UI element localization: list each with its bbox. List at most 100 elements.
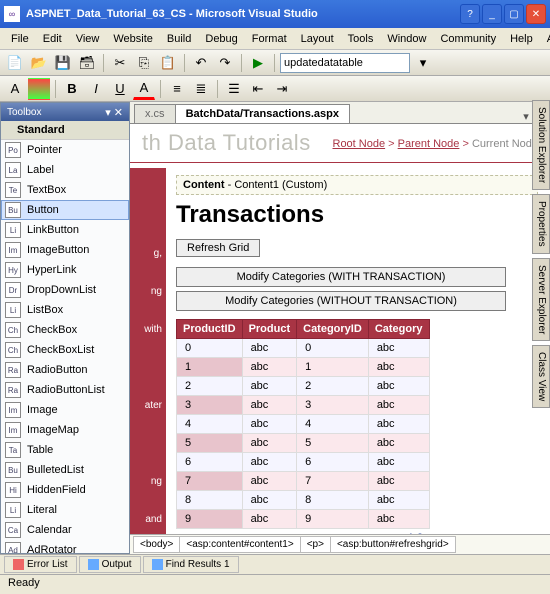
bc-parent[interactable]: Parent Node [398,138,460,150]
modify-without-transaction-button[interactable]: Modify Categories (WITHOUT TRANSACTION) [176,291,506,311]
toolbox-item-image[interactable]: ImImage [1,400,129,420]
menu-addins[interactable]: Addins [540,31,550,47]
modify-with-transaction-button[interactable]: Modify Categories (WITH TRANSACTION) [176,267,506,287]
menu-layout[interactable]: Layout [294,31,341,47]
design-surface[interactable]: Root Node > Parent Node > Current Node t… [130,124,550,534]
toolbox-item-listbox[interactable]: LiListBox [1,300,129,320]
menu-format[interactable]: Format [245,31,294,47]
side-panel-class-view[interactable]: Class View [532,345,550,408]
toolbox-item-hiddenfield[interactable]: HiHiddenField [1,480,129,500]
save-icon[interactable]: 💾 [52,52,74,74]
menu-help[interactable]: Help [503,31,540,47]
undo-icon[interactable]: ↶ [190,52,212,74]
maximize-button[interactable]: ▢ [504,4,524,24]
table-row[interactable]: 0abc0abc [177,339,430,358]
align-left-icon[interactable]: ≡ [166,78,188,100]
toolbox-item-table[interactable]: TaTable [1,440,129,460]
indent-icon[interactable]: ⇤ [247,78,269,100]
table-row[interactable]: 2abc2abc [177,377,430,396]
dropdown-icon[interactable]: ▾ [412,52,434,74]
tag-crumb[interactable]: <asp:content#content1> [179,536,300,553]
refresh-grid-button[interactable]: Refresh Grid [176,239,260,257]
separator [274,54,275,72]
toolbox-item-literal[interactable]: LiLiteral [1,500,129,520]
menu-edit[interactable]: Edit [36,31,69,47]
pin-icon[interactable]: ▾ ✕ [105,106,123,119]
pager-1[interactable]: 1 [408,532,414,534]
menu-website[interactable]: Website [106,31,160,47]
menu-debug[interactable]: Debug [198,31,244,47]
menu-file[interactable]: File [4,31,36,47]
foreground-icon[interactable] [28,78,50,100]
col-categoryid[interactable]: CategoryID [297,320,369,339]
redo-icon[interactable]: ↷ [214,52,236,74]
help-button[interactable]: ? [460,4,480,24]
toolbox-item-textbox[interactable]: TeTextBox [1,180,129,200]
paste-icon[interactable]: 📋 [157,52,179,74]
italic-icon[interactable]: I [85,78,107,100]
bc-root[interactable]: Root Node [333,138,386,150]
toolbox-item-bulletedlist[interactable]: BuBulletedList [1,460,129,480]
toolbox-item-label[interactable]: LaLabel [1,160,129,180]
underline-icon[interactable]: U [109,78,131,100]
toolbox-item-hyperlink[interactable]: HyHyperLink [1,260,129,280]
toolbox-item-radiobutton[interactable]: RaRadioButton [1,360,129,380]
toolbox-item-linkbutton[interactable]: LiLinkButton [1,220,129,240]
tab-active[interactable]: BatchData/Transactions.aspx [175,104,350,123]
toolbox-item-imagebutton[interactable]: ImImageButton [1,240,129,260]
col-productid[interactable]: ProductID [177,320,243,339]
copy-icon[interactable]: ⎘ [133,52,155,74]
table-row[interactable]: 9abc9abc [177,510,430,529]
pager-2[interactable]: 2 [417,532,423,534]
run-icon[interactable]: ▶ [247,52,269,74]
cut-icon[interactable]: ✂ [109,52,131,74]
tag-crumb[interactable]: <body> [133,536,180,553]
col-category[interactable]: Category [368,320,429,339]
table-row[interactable]: 7abc7abc [177,472,430,491]
toolbox-category[interactable]: Standard [1,121,129,140]
table-row[interactable]: 4abc4abc [177,415,430,434]
toolbox-item-label: Calendar [27,524,72,536]
close-button[interactable]: ✕ [526,4,546,24]
toolbox-item-checkbox[interactable]: ChCheckBox [1,320,129,340]
toolbox-item-radiobuttonlist[interactable]: RaRadioButtonList [1,380,129,400]
side-panel-solution-explorer[interactable]: Solution Explorer [532,100,550,190]
side-panel-properties[interactable]: Properties [532,194,550,254]
menu-tools[interactable]: Tools [341,31,381,47]
toolbox-item-button[interactable]: BuButton [1,200,129,220]
tag-crumb[interactable]: <p> [300,536,331,553]
table-row[interactable]: 1abc1abc [177,358,430,377]
toolbox-item-imagemap[interactable]: ImImageMap [1,420,129,440]
tab-dropdown-icon[interactable]: ▾ [523,110,529,123]
outdent-icon[interactable]: ⇥ [271,78,293,100]
open-icon[interactable]: 📂 [28,52,50,74]
menu-window[interactable]: Window [380,31,433,47]
align-center-icon[interactable]: ≣ [190,78,212,100]
hyperlink-icon: Hy [5,262,21,278]
col-product[interactable]: Product [242,320,297,339]
toolbox-item-adrotator[interactable]: AdAdRotator [1,540,129,553]
toolbox-item-pointer[interactable]: PoPointer [1,140,129,160]
tab-inactive[interactable]: x.cs [134,104,176,123]
table-row[interactable]: 8abc8abc [177,491,430,510]
style-icon[interactable]: A [4,78,26,100]
menu-build[interactable]: Build [160,31,198,47]
table-row[interactable]: 5abc5abc [177,434,430,453]
table-row[interactable]: 6abc6abc [177,453,430,472]
font-color-icon[interactable]: A [133,78,155,100]
toolbox-item-checkboxlist[interactable]: ChCheckBoxList [1,340,129,360]
toolbox-item-dropdownlist[interactable]: DrDropDownList [1,280,129,300]
tag-crumb[interactable]: <asp:button#refreshgrid> [330,536,456,553]
list-icon[interactable]: ☰ [223,78,245,100]
saveall-icon[interactable]: 🗃 [76,52,98,74]
minimize-button[interactable]: _ [482,4,502,24]
products-grid[interactable]: ProductIDProductCategoryIDCategory 0abc0… [176,319,430,529]
side-panel-server-explorer[interactable]: Server Explorer [532,258,550,341]
bold-icon[interactable]: B [61,78,83,100]
new-icon[interactable]: 📄 [4,52,26,74]
table-row[interactable]: 3abc3abc [177,396,430,415]
configuration-combo[interactable] [280,53,410,73]
menu-community[interactable]: Community [433,31,503,47]
toolbox-item-calendar[interactable]: CaCalendar [1,520,129,540]
menu-view[interactable]: View [69,31,107,47]
